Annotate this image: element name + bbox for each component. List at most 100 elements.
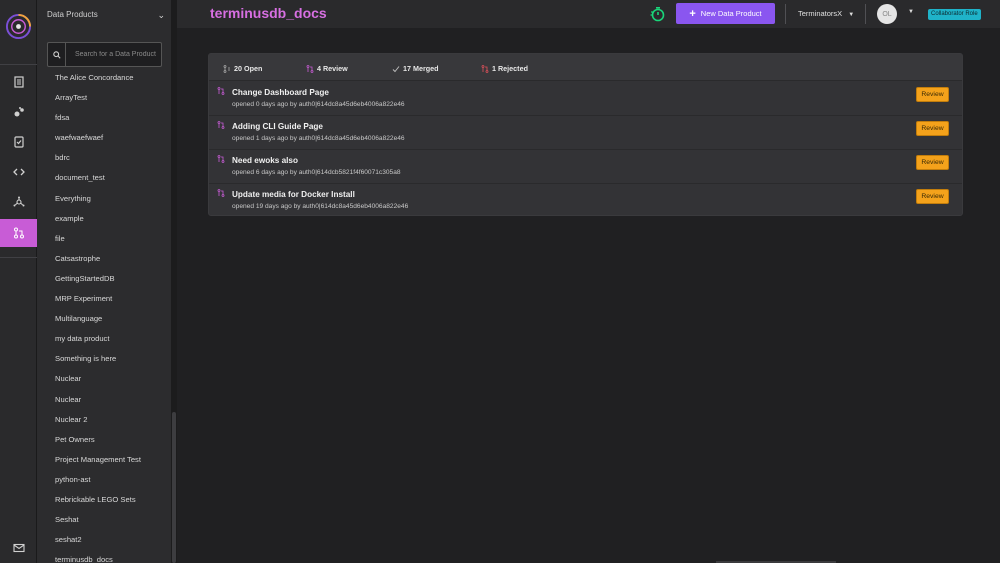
stat-open-label: 20 Open [234,64,263,73]
graph-icon [14,107,24,117]
list-item[interactable]: Rebrickable LEGO Sets [55,494,167,514]
change-requests-panel: 20 Open 4 Review 17 Merged 1 Rejected Ch… [208,53,963,216]
list-item[interactable]: Nuclear [55,373,167,393]
check-document-icon [13,136,24,148]
rejected-request-icon [481,64,489,73]
sidebar-scrollbar-thumb[interactable] [172,412,176,563]
list-item[interactable]: Nuclear [55,394,167,414]
new-data-product-button[interactable]: + New Data Product [676,3,775,24]
change-request-row[interactable]: Update media for Docker Install opened 1… [209,184,962,218]
change-requests-stats: 20 Open 4 Review 17 Merged 1 Rejected [209,54,962,81]
role-badge: Collaborator Role [928,9,981,20]
change-request-row[interactable]: Change Dashboard Page opened 0 days ago … [209,82,962,116]
stat-merged[interactable]: 17 Merged [392,64,439,73]
list-item[interactable]: MRP Experiment [55,293,167,313]
document-icon [13,76,24,88]
list-item[interactable]: Project Management Test [55,454,167,474]
rail-code-button[interactable] [0,158,37,186]
stat-merged-label: 17 Merged [403,64,439,73]
top-bar: terminusdb_docs + New Data Product Termi… [177,0,1000,28]
open-request-icon [223,64,230,73]
rail-graph-button[interactable] [0,98,37,126]
plus-icon: + [689,7,696,20]
list-item[interactable]: Pet Owners [55,434,167,454]
data-products-sidebar: Data Products ⌄ The Alice Concordance Ar… [37,0,171,563]
change-request-icon [217,121,225,129]
change-request-title[interactable]: Change Dashboard Page [232,88,329,97]
caret-down-icon[interactable]: ▼ [908,9,914,15]
rail-mail-button[interactable] [0,534,37,562]
caret-down-icon: ▼ [848,12,855,18]
change-request-meta: opened 6 days ago by auth0|614dcb5821f4f… [232,169,401,176]
data-product-list: The Alice Concordance ArrayTest fdsa wae… [55,72,167,563]
toolbar-divider [785,4,786,24]
list-item[interactable]: bdrc [55,152,167,172]
list-item[interactable]: my data product [55,333,167,353]
team-selector[interactable]: TerminatorsX ▼ [798,9,854,18]
change-request-icon [13,227,24,239]
list-item[interactable]: document_test [55,172,167,192]
list-item[interactable]: seshat2 [55,534,167,554]
stat-rejected[interactable]: 1 Rejected [481,64,528,73]
list-item[interactable]: Catsastrophe [55,253,167,273]
list-item[interactable]: Seshat [55,514,167,534]
change-request-icon [217,87,225,95]
data-products-dropdown[interactable]: Data Products ⌄ [47,10,165,24]
rail-network-button[interactable] [0,188,37,216]
change-request-title[interactable]: Need ewoks also [232,156,298,165]
avatar[interactable]: OL [877,4,897,24]
change-request-meta: opened 0 days ago by auth0|614dc8a45d6eb… [232,101,405,108]
toolbar-divider [865,4,866,24]
stat-review-label: 4 Review [317,64,348,73]
review-button[interactable]: Review [916,121,949,136]
list-item[interactable]: python-ast [55,474,167,494]
change-request-title[interactable]: Update media for Docker Install [232,190,355,199]
terminusdb-logo-icon[interactable] [5,13,32,40]
rail-change-request-button[interactable] [0,219,37,247]
list-item[interactable]: Multilanguage [55,313,167,333]
rail-document-button[interactable] [0,68,37,96]
list-item[interactable]: GettingStartedDB [55,273,167,293]
list-item[interactable]: fdsa [55,112,167,132]
team-name: TerminatorsX [798,9,843,18]
stat-open[interactable]: 20 Open [223,64,262,73]
stat-rejected-label: 1 Rejected [492,64,528,73]
list-item[interactable]: Nuclear 2 [55,414,167,434]
data-product-search [47,42,162,67]
page-title: terminusdb_docs [210,5,327,21]
stopwatch-icon[interactable] [650,6,666,22]
list-item[interactable]: ArrayTest [55,92,167,112]
change-request-row[interactable]: Adding CLI Guide Page opened 1 days ago … [209,116,962,150]
list-item[interactable]: example [55,213,167,233]
rail-check-document-button[interactable] [0,128,37,156]
network-icon [13,196,24,207]
change-request-meta: opened 1 days ago by auth0|614dc8a45d6eb… [232,135,405,142]
code-icon [12,168,25,176]
list-item[interactable]: file [55,233,167,253]
icon-rail [0,0,37,563]
change-request-icon [217,189,225,197]
list-item[interactable]: The Alice Concordance [55,72,167,92]
rail-divider [0,257,37,258]
review-button[interactable]: Review [916,189,949,204]
list-item[interactable]: Something is here [55,353,167,373]
list-item[interactable]: terminusdb_docs [55,554,167,563]
review-button[interactable]: Review [916,155,949,170]
list-item[interactable]: Everything [55,193,167,213]
change-request-meta: opened 19 days ago by auth0|614dc8a45d6e… [232,203,409,210]
change-request-icon [217,155,225,163]
list-item[interactable]: waefwaefwaef [55,132,167,152]
search-icon [48,43,66,66]
stat-review[interactable]: 4 Review [306,64,348,73]
change-request-title[interactable]: Adding CLI Guide Page [232,122,323,131]
chevron-down-icon: ⌄ [157,10,165,20]
search-input[interactable] [66,51,161,58]
check-icon [392,65,400,72]
review-request-icon [306,64,314,73]
change-request-row[interactable]: Need ewoks also opened 6 days ago by aut… [209,150,962,184]
mail-icon [12,543,25,553]
new-data-product-label: New Data Product [700,9,762,18]
review-button[interactable]: Review [916,87,949,102]
data-products-heading: Data Products [47,10,98,19]
rail-divider [0,64,37,65]
